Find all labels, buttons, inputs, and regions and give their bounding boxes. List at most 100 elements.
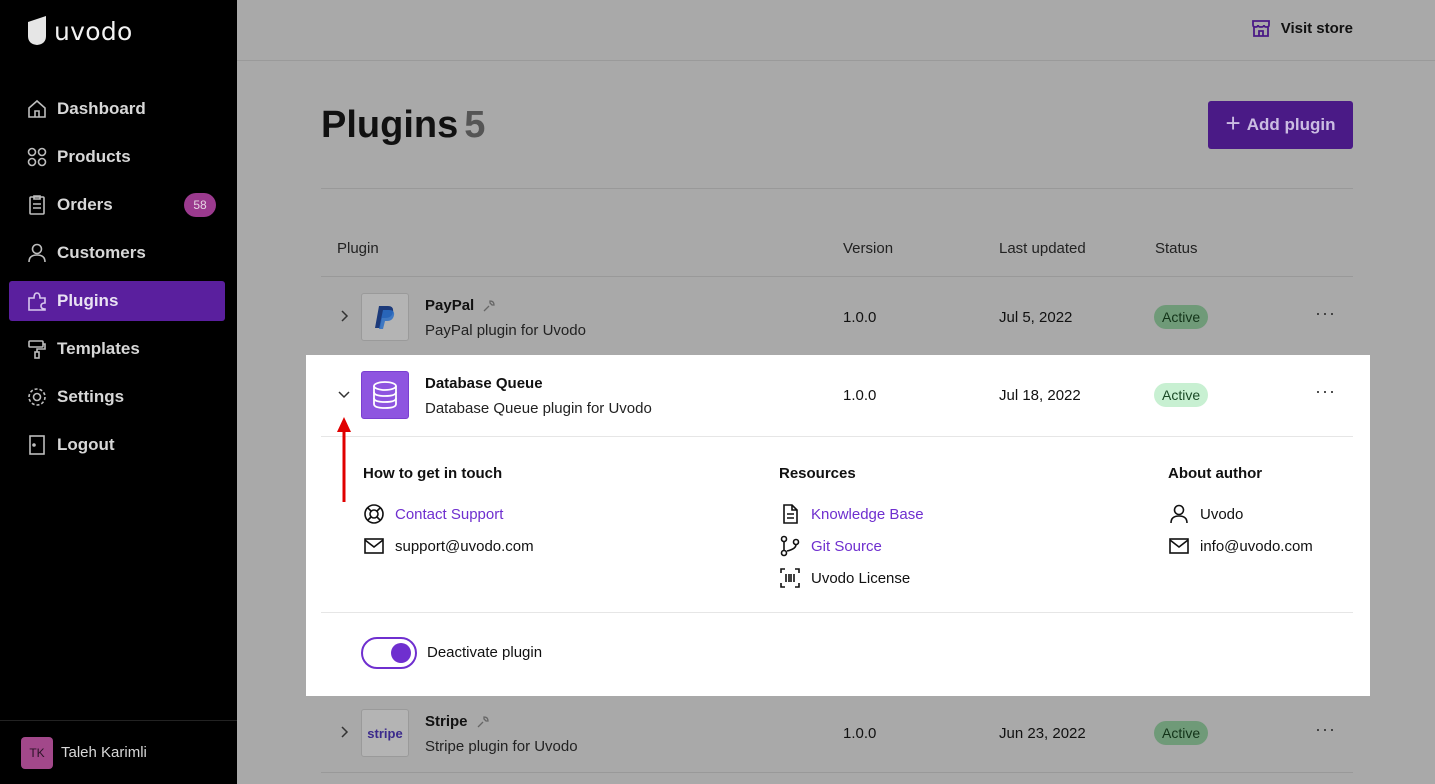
column-header-plugin[interactable]: Plugin xyxy=(337,240,379,257)
more-actions-icon[interactable]: ··· xyxy=(1315,381,1336,402)
visit-store-label: Visit store xyxy=(1280,19,1353,37)
git-branch-icon xyxy=(780,535,800,557)
resources-section-title: Resources xyxy=(779,465,856,482)
table-row[interactable]: stripe Stripe Stripe plugin for Uvodo 1.… xyxy=(321,693,1353,773)
author-email[interactable]: info@uvodo.com xyxy=(1168,535,1313,557)
plugin-description: Database Queue plugin for Uvodo xyxy=(425,400,652,417)
stripe-logo-text: stripe xyxy=(367,725,403,741)
author-email-text: info@uvodo.com xyxy=(1200,537,1313,555)
deactivate-plugin-label: Deactivate plugin xyxy=(427,644,543,661)
sidebar-item-dashboard[interactable]: Dashboard xyxy=(9,89,225,129)
support-email-text: support@uvodo.com xyxy=(395,537,534,555)
topbar: Visit store xyxy=(237,0,1435,61)
lifebuoy-icon xyxy=(364,504,384,524)
plugin-last-updated: Jul 5, 2022 xyxy=(999,309,1073,326)
plugin-name-text: Database Queue xyxy=(425,375,543,392)
panel-divider xyxy=(321,436,1353,437)
sidebar-item-label: Orders xyxy=(57,195,113,214)
sidebar-item-customers[interactable]: Customers xyxy=(9,233,225,273)
sidebar-item-label: Templates xyxy=(57,339,140,358)
license-item[interactable]: Uvodo License xyxy=(779,567,910,589)
more-actions-icon[interactable]: ··· xyxy=(1315,303,1336,324)
paint-roller-icon xyxy=(26,338,48,360)
table-row[interactable]: PayPal PayPal plugin for Uvodo 1.0.0 Jul… xyxy=(321,277,1353,357)
column-header-status[interactable]: Status xyxy=(1155,240,1198,257)
add-plugin-button[interactable]: + Add plugin xyxy=(1208,101,1353,149)
paypal-logo xyxy=(361,293,409,341)
grid-icon xyxy=(26,146,48,168)
paypal-icon xyxy=(375,306,395,329)
header-divider xyxy=(321,188,1353,189)
row-divider xyxy=(321,772,1353,773)
wrench-icon xyxy=(483,299,495,311)
visit-store-link[interactable]: Visit store xyxy=(1251,18,1353,38)
panel-divider xyxy=(321,612,1353,613)
avatar: TK xyxy=(21,736,53,769)
plugin-version: 1.0.0 xyxy=(843,725,877,742)
add-plugin-label: Add plugin xyxy=(1246,115,1336,134)
table-row[interactable]: Database Queue Database Queue plugin for… xyxy=(321,355,1353,435)
plugin-description: PayPal plugin for Uvodo xyxy=(425,322,586,339)
plugin-last-updated: Jun 23, 2022 xyxy=(999,725,1086,742)
plus-icon: + xyxy=(1225,108,1241,138)
deactivate-plugin-toggle[interactable] xyxy=(361,637,417,669)
plugin-version: 1.0.0 xyxy=(843,309,877,326)
chevron-right-icon[interactable] xyxy=(337,309,351,323)
plugin-name: Database Queue xyxy=(425,375,543,392)
knowledge-base-link[interactable]: Knowledge Base xyxy=(779,503,924,525)
sidebar-item-label: Logout xyxy=(57,435,115,454)
author-section-title: About author xyxy=(1168,465,1263,482)
logo-mark-icon xyxy=(28,16,46,45)
clipboard-icon xyxy=(26,194,48,216)
sidebar-item-label: Plugins xyxy=(57,291,119,310)
sidebar-item-products[interactable]: Products xyxy=(9,137,225,177)
puzzle-icon xyxy=(26,290,48,312)
user-icon xyxy=(1170,504,1188,524)
sidebar-item-label: Settings xyxy=(57,387,125,406)
contact-support-link[interactable]: Contact Support xyxy=(363,503,503,525)
contact-section-title: How to get in touch xyxy=(363,465,503,482)
sidebar: uvodo Dashboard Products Orders 58 Custo… xyxy=(0,0,237,784)
author-name-text: Uvodo xyxy=(1200,505,1244,523)
expanded-plugin-panel: Database Queue Database Queue plugin for… xyxy=(306,355,1370,696)
plugin-name-text: Stripe xyxy=(425,713,468,730)
git-source-label: Git Source xyxy=(811,537,882,555)
git-source-link[interactable]: Git Source xyxy=(779,535,882,557)
sidebar-item-label: Products xyxy=(57,147,131,166)
sidebar-item-logout[interactable]: Logout xyxy=(9,425,225,465)
door-icon xyxy=(26,434,48,456)
license-label: Uvodo License xyxy=(811,569,911,587)
stripe-logo: stripe xyxy=(361,709,409,757)
document-icon xyxy=(783,504,798,524)
plugin-name-text: PayPal xyxy=(425,297,475,314)
toggle-knob xyxy=(391,643,411,663)
gear-icon xyxy=(26,386,48,408)
support-email[interactable]: support@uvodo.com xyxy=(363,535,534,557)
chevron-down-icon[interactable] xyxy=(337,387,351,401)
annotation-arrow-icon xyxy=(337,417,351,502)
chevron-right-icon[interactable] xyxy=(337,725,351,739)
contact-support-label: Contact Support xyxy=(395,505,504,523)
status-badge: Active xyxy=(1154,383,1209,407)
mail-icon xyxy=(364,538,384,554)
plugin-name: Stripe xyxy=(425,713,490,730)
sidebar-item-label: Dashboard xyxy=(57,99,146,118)
sidebar-item-templates[interactable]: Templates xyxy=(9,329,225,369)
barcode-icon xyxy=(780,568,800,588)
home-icon xyxy=(26,98,48,120)
logo[interactable]: uvodo xyxy=(26,16,133,46)
user-icon xyxy=(26,242,48,264)
status-badge: Active xyxy=(1154,305,1209,329)
plugin-version: 1.0.0 xyxy=(843,387,877,404)
author-name: Uvodo xyxy=(1168,503,1243,525)
column-header-last-updated[interactable]: Last updated xyxy=(999,240,1086,257)
plugin-count: 5 xyxy=(464,104,486,146)
sidebar-item-plugins[interactable]: Plugins xyxy=(9,281,225,321)
status-badge: Active xyxy=(1154,721,1209,745)
sidebar-item-orders[interactable]: Orders 58 xyxy=(9,185,225,225)
user-profile[interactable]: TK Taleh Karimli xyxy=(0,720,237,784)
column-header-version[interactable]: Version xyxy=(843,240,893,257)
sidebar-item-settings[interactable]: Settings xyxy=(9,377,225,417)
more-actions-icon[interactable]: ··· xyxy=(1315,719,1336,740)
orders-count-badge: 58 xyxy=(184,193,216,217)
